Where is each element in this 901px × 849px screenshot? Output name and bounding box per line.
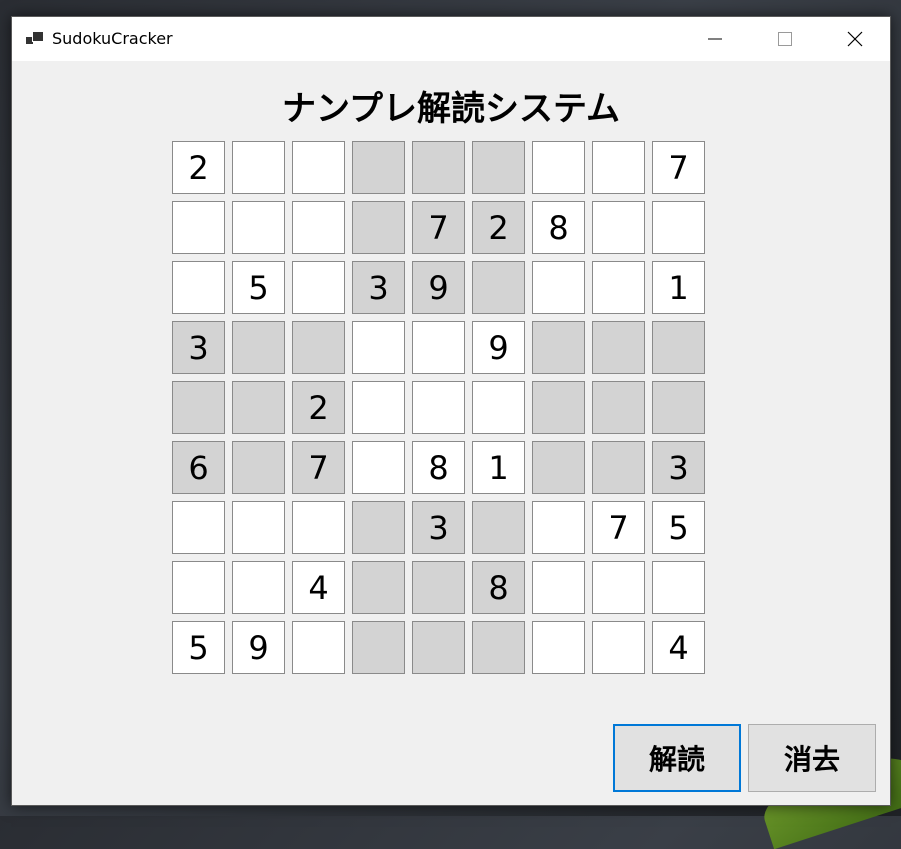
sudoku-cell-r1-c2[interactable] [232, 141, 285, 194]
sudoku-cell-r8-c2[interactable] [232, 561, 285, 614]
sudoku-cell-r8-c4[interactable] [352, 561, 405, 614]
app-window: SudokuCracker ナンプレ解読システム 277285391392678… [11, 16, 891, 806]
sudoku-cell-r8-c8[interactable] [592, 561, 645, 614]
sudoku-cell-r4-c9[interactable] [652, 321, 705, 374]
window-title: SudokuCracker [52, 29, 173, 48]
sudoku-cell-r7-c2[interactable] [232, 501, 285, 554]
page-title: ナンプレ解読システム [282, 89, 620, 129]
sudoku-cell-r1-c6[interactable] [472, 141, 525, 194]
sudoku-cell-r3-c5[interactable]: 9 [412, 261, 465, 314]
sudoku-cell-r4-c8[interactable] [592, 321, 645, 374]
sudoku-cell-r7-c8[interactable]: 7 [592, 501, 645, 554]
sudoku-cell-r7-c3[interactable] [292, 501, 345, 554]
sudoku-cell-r7-c6[interactable] [472, 501, 525, 554]
maximize-icon [778, 32, 792, 46]
sudoku-cell-r3-c3[interactable] [292, 261, 345, 314]
close-button[interactable] [820, 17, 890, 61]
clear-button[interactable]: 消去 [748, 724, 876, 792]
sudoku-cell-r9-c5[interactable] [412, 621, 465, 674]
sudoku-cell-r8-c6[interactable]: 8 [472, 561, 525, 614]
maximize-button[interactable] [750, 17, 820, 61]
sudoku-cell-r8-c1[interactable] [172, 561, 225, 614]
sudoku-cell-r6-c3[interactable]: 7 [292, 441, 345, 494]
sudoku-cell-r2-c6[interactable]: 2 [472, 201, 525, 254]
sudoku-cell-r7-c9[interactable]: 5 [652, 501, 705, 554]
sudoku-cell-r9-c8[interactable] [592, 621, 645, 674]
sudoku-cell-r6-c4[interactable] [352, 441, 405, 494]
sudoku-cell-r4-c7[interactable] [532, 321, 585, 374]
sudoku-cell-r6-c7[interactable] [532, 441, 585, 494]
sudoku-cell-r9-c9[interactable]: 4 [652, 621, 705, 674]
sudoku-cell-r1-c9[interactable]: 7 [652, 141, 705, 194]
sudoku-cell-r5-c6[interactable] [472, 381, 525, 434]
sudoku-cell-r6-c9[interactable]: 3 [652, 441, 705, 494]
sudoku-cell-r5-c7[interactable] [532, 381, 585, 434]
sudoku-cell-r8-c7[interactable] [532, 561, 585, 614]
sudoku-cell-r1-c5[interactable] [412, 141, 465, 194]
sudoku-cell-r8-c9[interactable] [652, 561, 705, 614]
sudoku-cell-r3-c6[interactable] [472, 261, 525, 314]
sudoku-cell-r6-c1[interactable]: 6 [172, 441, 225, 494]
sudoku-cell-r4-c3[interactable] [292, 321, 345, 374]
sudoku-cell-r1-c1[interactable]: 2 [172, 141, 225, 194]
sudoku-cell-r4-c2[interactable] [232, 321, 285, 374]
minimize-button[interactable] [680, 17, 750, 61]
sudoku-cell-r8-c3[interactable]: 4 [292, 561, 345, 614]
sudoku-grid: 2772853913926781337548594 [172, 141, 712, 681]
sudoku-cell-r2-c7[interactable]: 8 [532, 201, 585, 254]
sudoku-cell-r6-c5[interactable]: 8 [412, 441, 465, 494]
sudoku-cell-r6-c2[interactable] [232, 441, 285, 494]
sudoku-cell-r7-c4[interactable] [352, 501, 405, 554]
sudoku-cell-r2-c8[interactable] [592, 201, 645, 254]
sudoku-cell-r9-c6[interactable] [472, 621, 525, 674]
sudoku-cell-r1-c7[interactable] [532, 141, 585, 194]
sudoku-cell-r5-c5[interactable] [412, 381, 465, 434]
sudoku-cell-r5-c8[interactable] [592, 381, 645, 434]
sudoku-cell-r5-c2[interactable] [232, 381, 285, 434]
sudoku-cell-r4-c5[interactable] [412, 321, 465, 374]
sudoku-cell-r2-c9[interactable] [652, 201, 705, 254]
sudoku-cell-r4-c4[interactable] [352, 321, 405, 374]
sudoku-cell-r9-c2[interactable]: 9 [232, 621, 285, 674]
sudoku-cell-r1-c4[interactable] [352, 141, 405, 194]
sudoku-cell-r3-c9[interactable]: 1 [652, 261, 705, 314]
minimize-icon [708, 38, 722, 40]
solve-button[interactable]: 解読 [613, 724, 741, 792]
sudoku-cell-r3-c8[interactable] [592, 261, 645, 314]
sudoku-cell-r3-c2[interactable]: 5 [232, 261, 285, 314]
sudoku-cell-r9-c4[interactable] [352, 621, 405, 674]
sudoku-cell-r2-c2[interactable] [232, 201, 285, 254]
sudoku-cell-r7-c1[interactable] [172, 501, 225, 554]
sudoku-cell-r6-c8[interactable] [592, 441, 645, 494]
sudoku-cell-r7-c7[interactable] [532, 501, 585, 554]
app-icon [26, 31, 44, 45]
sudoku-cell-r4-c1[interactable]: 3 [172, 321, 225, 374]
sudoku-cell-r6-c6[interactable]: 1 [472, 441, 525, 494]
sudoku-cell-r5-c1[interactable] [172, 381, 225, 434]
sudoku-cell-r3-c7[interactable] [532, 261, 585, 314]
sudoku-cell-r5-c9[interactable] [652, 381, 705, 434]
sudoku-cell-r9-c1[interactable]: 5 [172, 621, 225, 674]
sudoku-cell-r7-c5[interactable]: 3 [412, 501, 465, 554]
sudoku-cell-r2-c5[interactable]: 7 [412, 201, 465, 254]
sudoku-cell-r8-c5[interactable] [412, 561, 465, 614]
sudoku-cell-r9-c3[interactable] [292, 621, 345, 674]
sudoku-cell-r1-c8[interactable] [592, 141, 645, 194]
title-bar[interactable]: SudokuCracker [12, 17, 890, 61]
sudoku-cell-r9-c7[interactable] [532, 621, 585, 674]
sudoku-cell-r1-c3[interactable] [292, 141, 345, 194]
sudoku-cell-r3-c4[interactable]: 3 [352, 261, 405, 314]
sudoku-cell-r2-c1[interactable] [172, 201, 225, 254]
sudoku-cell-r4-c6[interactable]: 9 [472, 321, 525, 374]
sudoku-cell-r5-c4[interactable] [352, 381, 405, 434]
sudoku-cell-r2-c3[interactable] [292, 201, 345, 254]
sudoku-cell-r5-c3[interactable]: 2 [292, 381, 345, 434]
sudoku-cell-r2-c4[interactable] [352, 201, 405, 254]
close-icon [847, 31, 863, 47]
sudoku-cell-r3-c1[interactable] [172, 261, 225, 314]
